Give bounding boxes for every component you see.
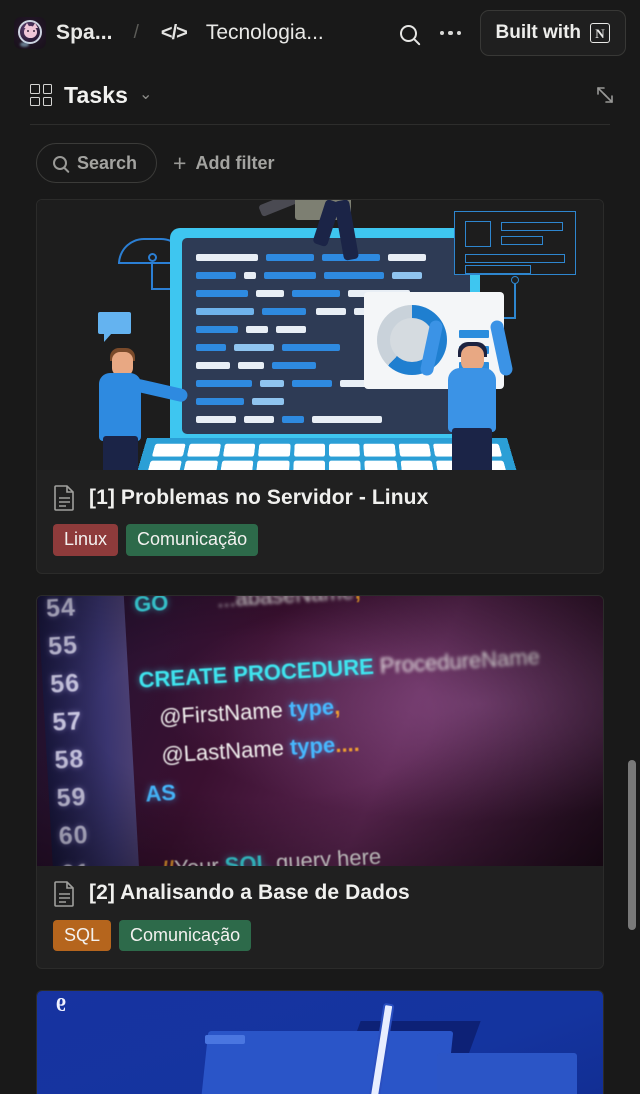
notion-page-root: Spa... / </> Tecnologia... Built with N (0, 0, 640, 1094)
top-nav-actions: Built with N (388, 10, 626, 56)
search-button[interactable] (388, 12, 430, 54)
gallery-card-1[interactable]: [1] Problemas no Servidor - Linux Linux … (36, 199, 604, 574)
card-cover-image-3: 9 (37, 991, 603, 1094)
space-cat-avatar-icon (14, 17, 46, 49)
tag-sql[interactable]: SQL (53, 919, 112, 951)
illustration-developers-laptop (37, 200, 603, 470)
built-with-label: Built with (495, 22, 581, 43)
gallery-card-3[interactable]: 9 (36, 990, 604, 1094)
card-tags-1: Linux Comunicação (53, 524, 587, 556)
tag-comunicacao[interactable]: Comunicação (126, 524, 259, 556)
database-header: Tasks ⌄ (0, 66, 640, 124)
gallery-card-2[interactable]: 54555657585960616263 GO ...abaseName; CR… (36, 594, 604, 969)
breadcrumb-separator: / (133, 22, 139, 43)
card-body-2: [2] Analisando a Base de Dados SQL Comun… (37, 866, 603, 969)
chevron-down-icon[interactable]: ⌄ (139, 87, 152, 103)
add-filter-label: Add filter (195, 152, 275, 173)
more-options-button[interactable] (430, 12, 472, 54)
card-title-row-1: [1] Problemas no Servidor - Linux (53, 484, 587, 511)
document-icon (53, 484, 76, 511)
card-tags-2: SQL Comunicação (53, 919, 587, 951)
notion-logo-icon: N (590, 23, 610, 43)
expand-icon[interactable] (592, 82, 618, 108)
breadcrumb-page-name[interactable]: Tecnologia... (206, 21, 324, 45)
database-view-title[interactable]: Tasks (64, 82, 128, 109)
vertical-scrollbar[interactable] (628, 760, 636, 930)
tag-comunicacao[interactable]: Comunicação (119, 919, 252, 951)
card-title: [1] Problemas no Servidor - Linux (89, 485, 429, 509)
add-filter-button[interactable]: + Add filter (173, 149, 275, 176)
search-input[interactable]: Search (36, 143, 158, 183)
search-icon (400, 24, 418, 42)
gallery-card-list: [1] Problemas no Servidor - Linux Linux … (0, 199, 640, 1094)
card-cover-image-1 (37, 200, 603, 470)
top-navigation-bar: Spa... / </> Tecnologia... Built with N (0, 0, 640, 66)
search-icon (53, 156, 67, 170)
built-with-notion-button[interactable]: Built with N (479, 10, 626, 56)
card-title-row-2: [2] Analisando a Base de Dados (53, 880, 587, 907)
code-brackets-icon: </> (160, 22, 188, 44)
gallery-grid-icon (30, 84, 52, 106)
document-icon (53, 880, 76, 907)
breadcrumb-space-name[interactable]: Spa... (56, 21, 113, 45)
card-cover-image-2: 54555657585960616263 GO ...abaseName; CR… (37, 595, 603, 866)
search-input-placeholder: Search (77, 152, 138, 173)
code-text: GO ...abaseName; CREATE PROCEDURE Proced… (133, 595, 541, 866)
brand-logo-icon: 9 (56, 994, 66, 1016)
tag-linux[interactable]: Linux (53, 524, 119, 556)
illustration-blue-laptop-pen: 9 (37, 991, 603, 1094)
photo-sql-stored-procedure-code: 54555657585960616263 GO ...abaseName; CR… (37, 595, 603, 866)
plus-icon: + (173, 149, 187, 176)
card-body-1: [1] Problemas no Servidor - Linux Linux … (37, 470, 603, 573)
breadcrumb: Spa... / </> Tecnologia... (14, 17, 324, 49)
more-options-icon (439, 30, 462, 36)
filter-toolbar: Search + Add filter (0, 125, 640, 199)
card-title: [2] Analisando a Base de Dados (89, 881, 410, 904)
